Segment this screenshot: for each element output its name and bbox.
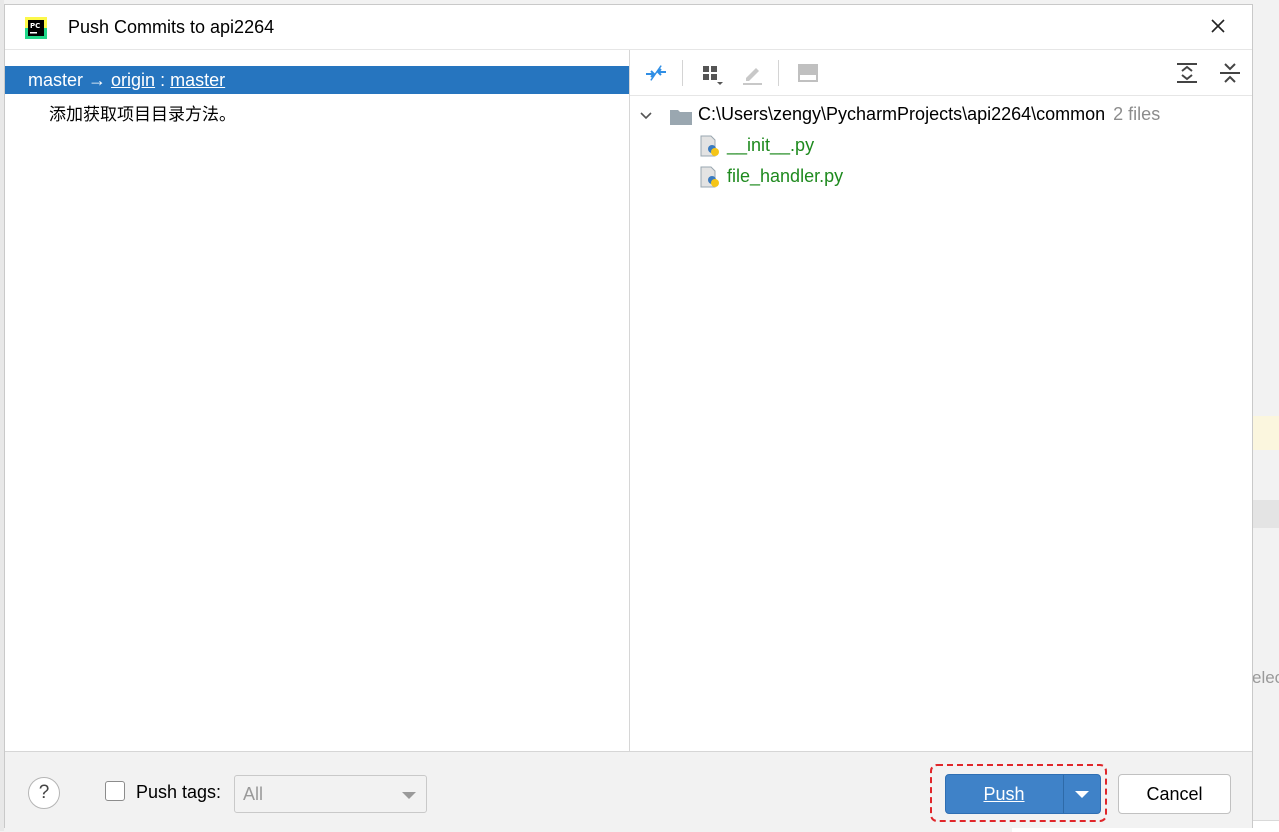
dialog-title: Push Commits to api2264 xyxy=(68,17,275,37)
dialog-titlebar: PC Push Commits to api2264 xyxy=(5,5,1252,49)
branch-arrow: → xyxy=(88,70,107,90)
push-commits-dialog: PC Push Commits to api2264 master → orig… xyxy=(4,4,1253,828)
show-diff-preview-icon[interactable] xyxy=(794,59,822,87)
push-button[interactable]: Push xyxy=(945,774,1101,814)
push-options-dropdown-icon[interactable] xyxy=(1064,775,1100,813)
tree-root-label: C:\Users\zengy\PycharmProjects\api2264\c… xyxy=(698,104,1160,125)
chevron-down-icon[interactable] xyxy=(638,108,654,124)
tree-file-item[interactable]: file_handler.py xyxy=(700,164,1100,192)
root-file-count: 2 files xyxy=(1113,104,1161,124)
python-file-icon xyxy=(700,166,719,188)
toolbar-separator xyxy=(682,60,683,86)
push-tags-label: Push tags: xyxy=(136,782,222,802)
close-icon[interactable] xyxy=(1205,13,1231,39)
root-path: C:\Users\zengy\PycharmProjects\api2264\c… xyxy=(698,104,1106,124)
tree-root-node[interactable]: C:\Users\zengy\PycharmProjects\api2264\c… xyxy=(630,102,1252,130)
app-icon-text: PC xyxy=(30,22,40,30)
toolbar-separator xyxy=(778,60,779,86)
background-panel-header xyxy=(1253,500,1279,528)
collapse-all-icon[interactable] xyxy=(1216,59,1244,87)
branch-row[interactable]: master → origin : master xyxy=(5,66,629,94)
folder-icon xyxy=(670,110,692,125)
changes-toolbar xyxy=(630,50,1252,96)
python-file-icon xyxy=(700,135,719,157)
chevron-down-icon xyxy=(402,792,416,799)
pycharm-logo-icon: PC xyxy=(25,17,47,39)
file-name: __init__.py xyxy=(727,135,815,155)
help-button[interactable]: ? xyxy=(28,777,60,809)
commit-list-item[interactable]: 添加获取项目目录方法。 xyxy=(49,100,236,125)
push-button-text: Push xyxy=(983,784,1025,804)
remote-name-link[interactable]: origin xyxy=(111,70,155,90)
compare-diff-icon[interactable] xyxy=(642,59,670,87)
file-name: file_handler.py xyxy=(727,166,844,186)
tree-file-item[interactable]: __init__.py xyxy=(700,133,1100,161)
dialog-content: master → origin : master 添加获取项目目录方法。 C:\… xyxy=(5,49,1252,752)
push-tags-select[interactable]: All xyxy=(234,775,427,813)
dialog-footer: ? Push tags: All Push Cancel xyxy=(5,751,1252,828)
push-button-label[interactable]: Push xyxy=(946,775,1062,813)
push-tags-checkbox[interactable] xyxy=(105,781,125,801)
branch-separator: : xyxy=(160,70,166,90)
local-branch-label: master xyxy=(28,70,84,90)
cancel-button[interactable]: Cancel xyxy=(1118,774,1231,814)
commits-pane: master → origin : master 添加获取项目目录方法。 xyxy=(5,50,630,752)
background-partial-text: elec xyxy=(1252,668,1279,687)
remote-branch-link[interactable]: master xyxy=(170,70,225,90)
expand-all-icon[interactable] xyxy=(1173,59,1201,87)
group-by-icon[interactable] xyxy=(698,59,726,87)
push-tags-select-value: All xyxy=(243,784,264,804)
changes-pane: C:\Users\zengy\PycharmProjects\api2264\c… xyxy=(630,50,1252,752)
edit-source-icon[interactable] xyxy=(738,59,766,87)
background-highlight-line xyxy=(1253,416,1279,450)
